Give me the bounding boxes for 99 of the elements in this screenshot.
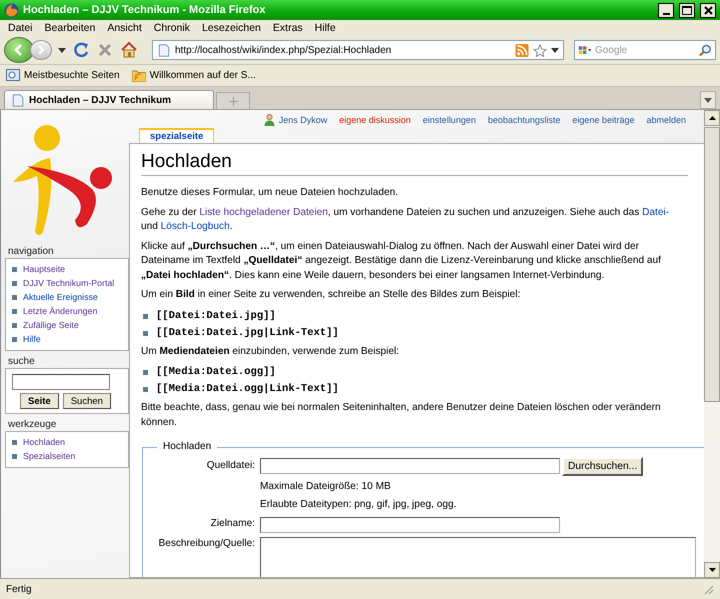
- input-field[interactable]: [260, 516, 560, 532]
- portlet-heading: suche: [7, 355, 36, 368]
- sidebar-link[interactable]: Spezialseiten: [23, 451, 76, 461]
- portlet-heading: navigation: [7, 245, 55, 258]
- close-icon: [704, 6, 712, 14]
- bullet-icon: [143, 314, 148, 318]
- sidebar-link[interactable]: Hauptseite: [23, 264, 66, 274]
- bullet-icon: [12, 308, 17, 314]
- minimize-button[interactable]: [658, 2, 674, 18]
- status-text: Fertig: [6, 584, 33, 594]
- bullet-icon: [143, 370, 148, 375]
- sidebar-link[interactable]: Aktuelle Ereignisse: [23, 292, 98, 302]
- reload-icon[interactable]: [72, 41, 90, 59]
- resize-grip-icon[interactable]: [702, 583, 714, 595]
- bookmark-item[interactable]: Meistbesuchte Seiten: [6, 69, 120, 82]
- form-legend: Hochladen: [157, 440, 218, 454]
- search-icon[interactable]: [698, 44, 712, 56]
- code-example: [[Media:Datei.ogg|Link-Text]]: [156, 382, 339, 397]
- bullet-icon: [12, 454, 17, 458]
- back-button[interactable]: [4, 37, 34, 63]
- user-icon: [264, 114, 275, 126]
- user-link[interactable]: Jens Dykow: [278, 114, 328, 124]
- paragraph: Um ein Bild in einer Seite zu verwenden, schreibe an Stelle des Bildes zum Beispiel:: [141, 288, 522, 302]
- page-icon: [157, 44, 171, 56]
- bullet-icon: [12, 294, 17, 300]
- browser-tab[interactable]: Hochladen – DJJV Technikum: [4, 90, 214, 109]
- search-button[interactable]: Seite: [20, 393, 59, 409]
- caret-icon[interactable]: [551, 48, 559, 52]
- menu-item[interactable]: Ansicht: [101, 22, 148, 34]
- search-bar[interactable]: Google: [574, 40, 716, 60]
- caret-icon: [704, 98, 712, 102]
- bookmark-item[interactable]: Willkommen auf der S...: [132, 69, 256, 82]
- maximize-button[interactable]: [679, 2, 695, 18]
- page-icon: [11, 94, 25, 106]
- form-note: Erlaubte Dateitypen: png, gif, jpg, jpeg, ogg.: [260, 498, 458, 512]
- menu-item[interactable]: Datei: [2, 22, 39, 34]
- home-icon[interactable]: [120, 41, 138, 59]
- window-icon: [6, 69, 20, 82]
- scroll-down-icon[interactable]: [708, 568, 716, 572]
- bullet-icon: [12, 322, 17, 328]
- menu-item[interactable]: Lesezeichen: [196, 22, 267, 34]
- text-link[interactable]: Liste hochgeladener Dateien: [199, 206, 328, 218]
- page-tab[interactable]: spezialseite: [139, 128, 214, 143]
- menu-item[interactable]: Extras: [266, 22, 309, 34]
- menu-item[interactable]: Bearbeiten: [38, 22, 102, 34]
- menu-item[interactable]: Chronik: [148, 22, 196, 34]
- form-label: Quelldatei:: [206, 458, 255, 473]
- sidebar-link[interactable]: Zufällige Seite: [23, 320, 79, 330]
- forward-button[interactable]: [30, 40, 52, 60]
- plus-icon: [228, 96, 238, 106]
- sidebar-link[interactable]: DJJV Technikum-Portal: [23, 278, 114, 288]
- user-link[interactable]: einstellungen: [422, 114, 476, 124]
- sidebar-link[interactable]: Hochladen: [23, 437, 66, 447]
- bullet-icon: [12, 336, 17, 342]
- maximize-icon: [682, 6, 692, 14]
- browse-button[interactable]: Durchsuchen...: [562, 456, 644, 476]
- menu-item[interactable]: Hilfe: [308, 22, 342, 34]
- paragraph: Klicke auf „Durchsuchen …“, um einen Dateiauswahl-Dialog zu öffnen. Nach der Auswahl einer Datei wird der Dateiname im Textfeld „Quelldatei“ angezeigt. Bestätige dann die Lizenz-Vereinbarung und klicke anschließend auf „Datei hochladen“. Dies kann eine Weile dauern, besonders bei einer langsamen Internet-Verbindung.: [141, 240, 662, 282]
- code-example: [[Media:Datei.ogg]]: [156, 365, 276, 380]
- bullet-icon: [12, 440, 17, 444]
- form-note: Maximale Dateigröße: 10 MB: [260, 480, 392, 494]
- minimize-icon: [662, 13, 670, 15]
- bullet-icon: [143, 330, 148, 336]
- bullet-icon: [12, 280, 17, 286]
- address-bar[interactable]: http://localhost/wiki/index.php/Spezial:Hochladen: [152, 40, 564, 60]
- caret-icon[interactable]: [58, 48, 66, 52]
- feed-folder-icon: [132, 69, 146, 82]
- user-link[interactable]: eigene diskussion: [339, 114, 411, 124]
- scroll-up-icon[interactable]: [708, 116, 716, 120]
- paragraph: Bitte beachte, dass, genau wie bei normalen Seiteninhalten, andere Benutzer deine Dateien löschen oder verändern können.: [141, 401, 662, 430]
- search-field[interactable]: [12, 374, 110, 390]
- text-link[interactable]: Datei-: [642, 206, 670, 218]
- user-link[interactable]: abmelden: [646, 114, 686, 124]
- bullet-icon: [12, 266, 17, 272]
- sidebar-link[interactable]: Hilfe: [23, 334, 41, 344]
- scrollbar[interactable]: [704, 110, 720, 578]
- form-label: Beschreibung/Quelle:: [157, 536, 255, 550]
- paragraph: Um Mediendateien einzubinden, verwende zum Beispiel:: [141, 344, 400, 358]
- browser-logo-icon: [4, 2, 19, 18]
- bullet-icon: [143, 387, 148, 392]
- user-link[interactable]: eigene beiträge: [572, 114, 634, 124]
- sidebar-link[interactable]: Letzte Änderungen: [23, 306, 98, 316]
- code-example: [[Datei:Datei.jpg]]: [156, 308, 276, 324]
- search-button[interactable]: Suchen: [62, 393, 111, 409]
- code-example: [[Datei:Datei.jpg|Link-Text]]: [156, 326, 339, 340]
- window-title: Hochladen – DJJV Technikum - Mozilla Firefox: [23, 4, 266, 16]
- page-heading: Hochladen: [141, 150, 688, 176]
- star-icon[interactable]: [533, 44, 547, 56]
- paragraph: Benutze dieses Formular, um neue Dateien hochzuladen.: [141, 186, 399, 200]
- user-link[interactable]: beobachtungsliste: [488, 114, 560, 124]
- tab-list-button[interactable]: [700, 91, 716, 109]
- form-label: Zielname:: [210, 517, 255, 532]
- search-engine-icon[interactable]: [578, 44, 592, 56]
- text-link[interactable]: Lösch-Logbuch: [160, 221, 230, 232]
- address-field[interactable]: http://localhost/wiki/index.php/Spezial:Hochladen: [175, 44, 511, 56]
- portlet-heading: werkzeuge: [7, 418, 58, 431]
- file-field[interactable]: [260, 458, 560, 474]
- close-button[interactable]: [700, 2, 716, 18]
- paragraph: Gehe zu der Liste hochgeladener Dateien, um vorhandene Dateien zu suchen und anzuzeigen. Siehe auch das Datei- und Lösch-Logbuch.: [141, 206, 670, 234]
